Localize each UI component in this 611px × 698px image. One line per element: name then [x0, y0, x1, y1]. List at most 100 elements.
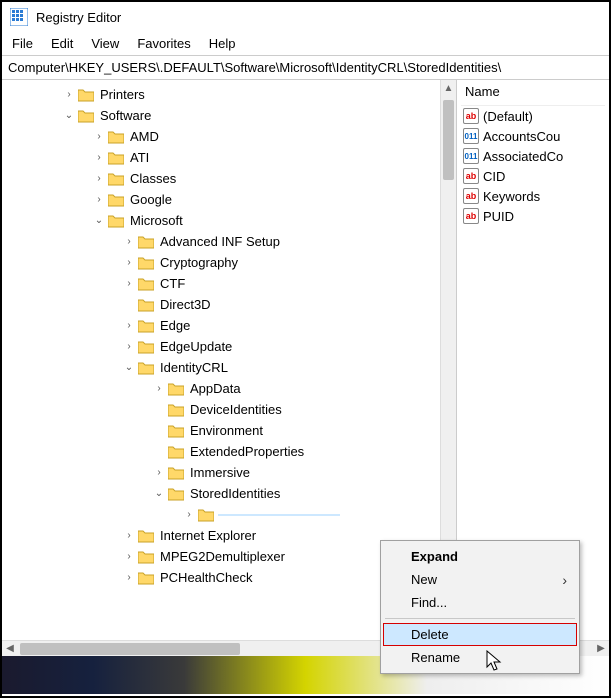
- tree-item-advanced-inf[interactable]: › Advanced INF Setup: [2, 231, 440, 252]
- tree-item-software[interactable]: ⌄ Software: [2, 105, 440, 126]
- tree-item-internet-explorer[interactable]: › Internet Explorer: [2, 525, 440, 546]
- expand-icon[interactable]: ›: [122, 278, 136, 289]
- tree-item-cryptography[interactable]: › Cryptography: [2, 252, 440, 273]
- title-bar: Registry Editor: [2, 2, 609, 32]
- context-menu-new[interactable]: New: [383, 568, 577, 591]
- folder-icon: [108, 193, 124, 207]
- menu-file[interactable]: File: [12, 36, 33, 51]
- folder-icon: [168, 382, 184, 396]
- scroll-thumb[interactable]: [443, 100, 454, 180]
- tree-item-deviceidentities[interactable]: DeviceIdentities: [2, 399, 440, 420]
- column-header-name[interactable]: Name: [461, 82, 605, 106]
- tree-item-ctf[interactable]: › CTF: [2, 273, 440, 294]
- expand-icon[interactable]: ›: [152, 383, 166, 394]
- tree-label: CTF: [158, 275, 187, 292]
- expand-icon[interactable]: ›: [92, 152, 106, 163]
- tree-item-printers[interactable]: › Printers: [2, 84, 440, 105]
- menu-help[interactable]: Help: [209, 36, 236, 51]
- expand-icon[interactable]: ›: [92, 194, 106, 205]
- tree-label: Advanced INF Setup: [158, 233, 282, 250]
- tree-item-immersive[interactable]: › Immersive: [2, 462, 440, 483]
- value-row-puid[interactable]: ab PUID: [461, 206, 605, 226]
- expand-icon[interactable]: ›: [122, 341, 136, 352]
- tree-label: Microsoft: [128, 212, 185, 229]
- tree-item-ati[interactable]: › ATI: [2, 147, 440, 168]
- collapse-icon[interactable]: ⌄: [122, 362, 136, 373]
- tree-item-edgeupdate[interactable]: › EdgeUpdate: [2, 336, 440, 357]
- expand-icon[interactable]: ›: [92, 131, 106, 142]
- tree-item-environment[interactable]: Environment: [2, 420, 440, 441]
- tree-item-mpeg2[interactable]: › MPEG2Demultiplexer: [2, 546, 440, 567]
- window-title: Registry Editor: [36, 10, 121, 25]
- binary-value-icon: 011: [463, 128, 479, 144]
- context-menu-rename[interactable]: Rename: [383, 646, 577, 669]
- context-menu-expand[interactable]: Expand: [383, 545, 577, 568]
- registry-tree[interactable]: › Printers ⌄ Software › AMD ›: [2, 80, 440, 592]
- expand-icon[interactable]: ›: [152, 467, 166, 478]
- tree-label: DeviceIdentities: [188, 401, 284, 418]
- folder-icon: [138, 277, 154, 291]
- expand-icon[interactable]: ›: [122, 551, 136, 562]
- expand-icon[interactable]: ›: [122, 320, 136, 331]
- expand-icon[interactable]: ›: [122, 572, 136, 583]
- expand-icon[interactable]: ›: [62, 89, 76, 100]
- tree-item-storedidentities[interactable]: ⌄ StoredIdentities: [2, 483, 440, 504]
- expand-icon[interactable]: ›: [122, 257, 136, 268]
- menu-view[interactable]: View: [91, 36, 119, 51]
- tree-item-google[interactable]: › Google: [2, 189, 440, 210]
- tree-item-extendedproperties[interactable]: ExtendedProperties: [2, 441, 440, 462]
- expand-icon[interactable]: ›: [122, 236, 136, 247]
- context-menu-find[interactable]: Find...: [383, 591, 577, 614]
- value-row-cid[interactable]: ab CID: [461, 166, 605, 186]
- scroll-thumb[interactable]: [20, 643, 240, 655]
- scroll-left-icon[interactable]: ◀: [2, 643, 18, 654]
- tree-label: EdgeUpdate: [158, 338, 234, 355]
- app-icon: [10, 8, 28, 26]
- folder-icon: [168, 445, 184, 459]
- collapse-icon[interactable]: ⌄: [62, 110, 76, 121]
- expand-icon[interactable]: ›: [182, 509, 196, 520]
- folder-icon: [138, 298, 154, 312]
- value-name: AccountsCou: [483, 129, 560, 144]
- tree-item-selected-identity[interactable]: ›: [2, 504, 440, 525]
- tree-item-direct3d[interactable]: Direct3D: [2, 294, 440, 315]
- expand-icon[interactable]: ›: [122, 530, 136, 541]
- folder-icon: [168, 424, 184, 438]
- folder-icon: [78, 88, 94, 102]
- value-row-associatedcount[interactable]: 011 AssociatedCo: [461, 146, 605, 166]
- tree-label: ExtendedProperties: [188, 443, 306, 460]
- folder-icon: [78, 109, 94, 123]
- tree-label: Cryptography: [158, 254, 240, 271]
- tree-label: IdentityCRL: [158, 359, 230, 376]
- folder-icon: [138, 256, 154, 270]
- scroll-right-icon[interactable]: ▶: [593, 643, 609, 654]
- tree-item-pchealth[interactable]: › PCHealthCheck: [2, 567, 440, 588]
- scroll-up-icon[interactable]: ▲: [441, 80, 456, 96]
- context-menu-delete[interactable]: Delete: [383, 623, 577, 646]
- tree-label: [218, 514, 340, 516]
- menu-favorites[interactable]: Favorites: [137, 36, 190, 51]
- tree-item-identitycrl[interactable]: ⌄ IdentityCRL: [2, 357, 440, 378]
- tree-item-edge[interactable]: › Edge: [2, 315, 440, 336]
- tree-item-classes[interactable]: › Classes: [2, 168, 440, 189]
- folder-icon: [108, 172, 124, 186]
- tree-label: ATI: [128, 149, 151, 166]
- value-name: CID: [483, 169, 505, 184]
- address-bar[interactable]: Computer\HKEY_USERS\.DEFAULT\Software\Mi…: [2, 55, 609, 80]
- tree-item-amd[interactable]: › AMD: [2, 126, 440, 147]
- folder-icon: [138, 571, 154, 585]
- expand-icon[interactable]: ›: [92, 173, 106, 184]
- tree-item-appdata[interactable]: › AppData: [2, 378, 440, 399]
- folder-icon: [108, 214, 124, 228]
- tree-label: Edge: [158, 317, 192, 334]
- context-menu: Expand New Find... Delete Rename: [380, 540, 580, 674]
- value-row-default[interactable]: ab (Default): [461, 106, 605, 126]
- tree-label: Environment: [188, 422, 265, 439]
- collapse-icon[interactable]: ⌄: [92, 215, 106, 226]
- menu-edit[interactable]: Edit: [51, 36, 73, 51]
- value-row-keywords[interactable]: ab Keywords: [461, 186, 605, 206]
- menu-separator: [385, 618, 575, 619]
- tree-item-microsoft[interactable]: ⌄ Microsoft: [2, 210, 440, 231]
- folder-icon: [138, 529, 154, 543]
- value-row-accountscount[interactable]: 011 AccountsCou: [461, 126, 605, 146]
